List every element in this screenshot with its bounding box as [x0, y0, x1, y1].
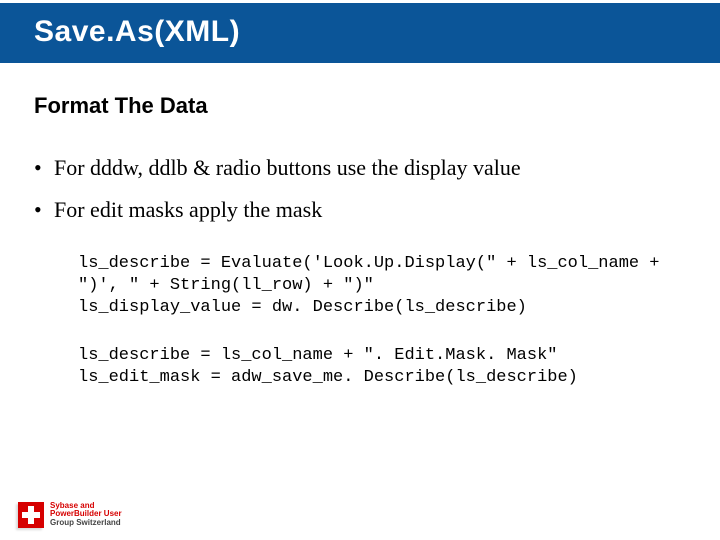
- footer-line-2: PowerBuilder User: [50, 509, 122, 518]
- footer-line-3: Group Switzerland: [50, 519, 122, 528]
- bullet-list: For dddw, ddlb & radio buttons use the d…: [34, 147, 686, 231]
- bullet-item: For edit masks apply the mask: [34, 189, 686, 231]
- bullet-item: For dddw, ddlb & radio buttons use the d…: [34, 147, 686, 189]
- title-bar: Save.As(XML): [0, 0, 720, 63]
- footer-logo: Sybase and PowerBuilder User Group Switz…: [18, 502, 122, 528]
- code-block-1: ls_describe = Evaluate('Look.Up.Display(…: [78, 253, 686, 319]
- footer-line-1: Sybase and: [50, 501, 94, 510]
- code-block-2: ls_describe = ls_col_name + ". Edit.Mask…: [78, 345, 686, 389]
- footer-logo-text: Sybase and PowerBuilder User Group Switz…: [50, 502, 122, 528]
- section-heading: Format The Data: [34, 93, 686, 119]
- slide-title: Save.As(XML): [34, 15, 686, 49]
- slide-body: Format The Data For dddw, ddlb & radio b…: [0, 63, 720, 389]
- swiss-flag-icon: [18, 502, 44, 528]
